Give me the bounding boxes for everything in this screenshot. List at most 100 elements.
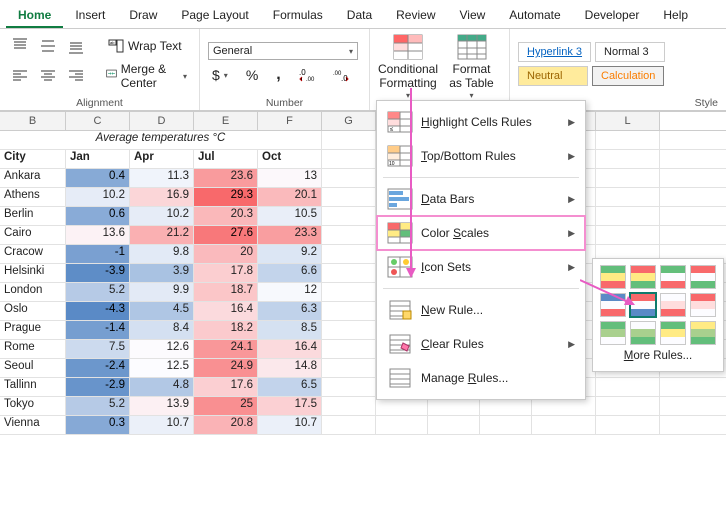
col-header-C[interactable]: C <box>66 112 130 130</box>
cell[interactable] <box>322 226 376 244</box>
merge-center-button[interactable]: Merge & Center ▾ <box>102 60 191 92</box>
cell[interactable] <box>322 131 376 149</box>
cell[interactable]: 24.9 <box>194 359 258 377</box>
cf-menu-manage-rules[interactable]: Manage Rules... <box>377 361 585 395</box>
cell[interactable]: -3.9 <box>66 264 130 282</box>
cell[interactable] <box>322 321 376 339</box>
cell[interactable]: Cairo <box>0 226 66 244</box>
cell[interactable] <box>596 169 660 187</box>
cell[interactable] <box>322 150 376 168</box>
cell[interactable]: 8.4 <box>130 321 194 339</box>
cell[interactable]: 4.8 <box>130 378 194 396</box>
tab-page-layout[interactable]: Page Layout <box>169 4 260 28</box>
cell[interactable]: 8.5 <box>258 321 322 339</box>
cell[interactable]: 21.2 <box>130 226 194 244</box>
cell[interactable]: 11.3 <box>130 169 194 187</box>
color-scale-option[interactable] <box>690 321 716 345</box>
cell[interactable]: 0.3 <box>66 416 130 434</box>
col-header-D[interactable]: D <box>130 112 194 130</box>
tab-help[interactable]: Help <box>651 4 700 28</box>
cell[interactable]: 12.5 <box>130 359 194 377</box>
cell[interactable]: 17.5 <box>258 397 322 415</box>
cell[interactable]: 6.6 <box>258 264 322 282</box>
tab-automate[interactable]: Automate <box>497 4 572 28</box>
cell[interactable] <box>596 416 660 434</box>
tab-data[interactable]: Data <box>335 4 384 28</box>
cell[interactable] <box>322 169 376 187</box>
cell[interactable] <box>596 226 660 244</box>
cell[interactable]: Apr <box>130 150 194 168</box>
cell[interactable]: -2.9 <box>66 378 130 396</box>
cell[interactable] <box>596 207 660 225</box>
color-scales-more-rules[interactable]: More Rules... <box>599 345 717 365</box>
cell[interactable] <box>322 207 376 225</box>
color-scale-option[interactable] <box>690 265 716 289</box>
tab-view[interactable]: View <box>448 4 498 28</box>
tab-formulas[interactable]: Formulas <box>261 4 335 28</box>
cf-menu-new-rule[interactable]: New Rule... <box>377 293 585 327</box>
cell[interactable]: 27.6 <box>194 226 258 244</box>
cell[interactable]: 14.8 <box>258 359 322 377</box>
cell[interactable] <box>376 416 428 434</box>
cell[interactable] <box>596 131 660 149</box>
cell[interactable] <box>322 359 376 377</box>
conditional-formatting-button[interactable]: Conditional Formatting ▾ <box>378 31 438 102</box>
tab-draw[interactable]: Draw <box>117 4 169 28</box>
cell[interactable]: 9.2 <box>258 245 322 263</box>
cell[interactable] <box>596 397 660 415</box>
cell-style-hyperlink[interactable]: Hyperlink 3 <box>518 42 591 62</box>
cell[interactable]: Oct <box>258 150 322 168</box>
cell[interactable]: 13 <box>258 169 322 187</box>
cf-menu-highlight-cells-rules[interactable]: ≤ Highlight Cells Rules ▶ <box>377 105 585 139</box>
cell[interactable]: 23.3 <box>258 226 322 244</box>
align-left-button[interactable] <box>8 66 32 86</box>
cell[interactable]: Jan <box>66 150 130 168</box>
cell[interactable] <box>322 378 376 396</box>
color-scale-option[interactable] <box>600 321 626 345</box>
cell[interactable] <box>322 264 376 282</box>
cell-style-calculation[interactable]: Calculation <box>592 66 664 86</box>
cell[interactable]: Athens <box>0 188 66 206</box>
cell[interactable] <box>322 283 376 301</box>
cell[interactable]: -1 <box>66 245 130 263</box>
cell[interactable]: 4.5 <box>130 302 194 320</box>
cell[interactable]: -2.4 <box>66 359 130 377</box>
percent-button[interactable]: % <box>242 65 262 85</box>
col-header-G[interactable]: G <box>322 112 376 130</box>
tab-developer[interactable]: Developer <box>573 4 652 28</box>
color-scale-option-selected[interactable] <box>630 293 656 317</box>
col-header-F[interactable]: F <box>258 112 322 130</box>
align-right-button[interactable] <box>64 66 88 86</box>
cell[interactable]: Rome <box>0 340 66 358</box>
color-scale-option[interactable] <box>660 293 686 317</box>
cf-menu-data-bars[interactable]: Data Bars ▶ <box>377 182 585 216</box>
cell[interactable]: 24.1 <box>194 340 258 358</box>
cell[interactable]: 16.4 <box>258 340 322 358</box>
cell[interactable] <box>596 378 660 396</box>
cf-menu-clear-rules[interactable]: Clear Rules ▶ <box>377 327 585 361</box>
color-scale-option[interactable] <box>660 321 686 345</box>
color-scale-option[interactable] <box>630 265 656 289</box>
increase-decimal-button[interactable]: .0.00 <box>295 65 319 85</box>
cell[interactable]: 23.6 <box>194 169 258 187</box>
format-as-table-button[interactable]: Format as Table ▾ <box>442 31 501 102</box>
cell[interactable]: 18.2 <box>194 321 258 339</box>
align-top-button[interactable] <box>8 36 32 56</box>
cell[interactable]: 20.8 <box>194 416 258 434</box>
cell[interactable]: Ankara <box>0 169 66 187</box>
cell[interactable]: 10.2 <box>130 207 194 225</box>
cell[interactable]: Vienna <box>0 416 66 434</box>
wrap-text-button[interactable]: ab Wrap Text <box>104 36 186 56</box>
currency-button[interactable]: $▾ <box>208 65 232 85</box>
cell[interactable] <box>596 188 660 206</box>
cell[interactable]: Oslo <box>0 302 66 320</box>
cell[interactable]: 0.6 <box>66 207 130 225</box>
cell[interactable] <box>322 302 376 320</box>
number-format-dropdown[interactable]: General ▾ <box>208 42 358 60</box>
cell[interactable]: Tallinn <box>0 378 66 396</box>
cell[interactable]: Berlin <box>0 207 66 225</box>
color-scale-option[interactable] <box>600 293 626 317</box>
cell-style-neutral[interactable]: Neutral <box>518 66 588 86</box>
align-bottom-button[interactable] <box>64 36 88 56</box>
cell[interactable]: 20.1 <box>258 188 322 206</box>
